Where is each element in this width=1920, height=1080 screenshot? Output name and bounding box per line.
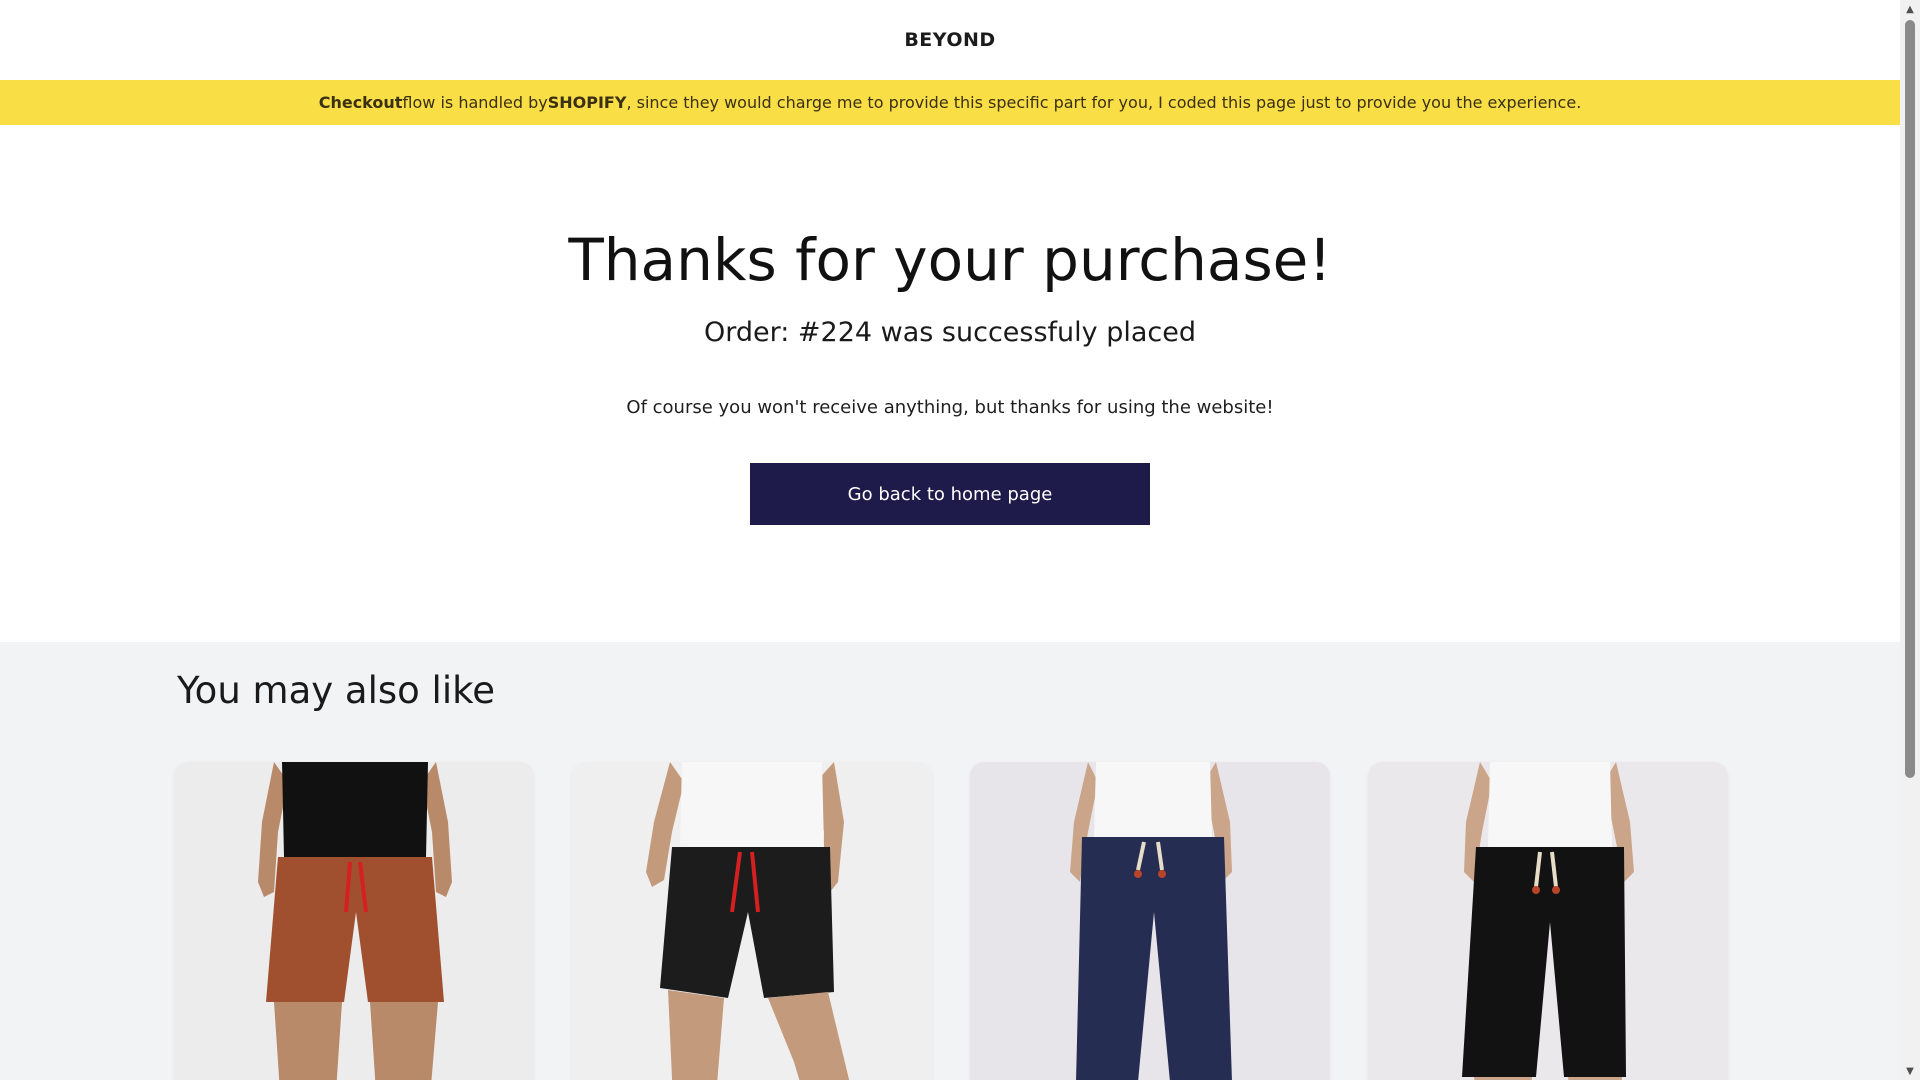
page-scrollbar[interactable]: ▲ ▼ [1900,0,1920,1080]
go-home-button[interactable]: Go back to home page [750,463,1150,525]
order-confirmation: Order: #224 was successfuly placed [703,317,1197,348]
notice-shopify-label: SHOPIFY [547,93,627,112]
thanks-section: Thanks for your purchase! Order: #224 wa… [0,125,1900,642]
product-card[interactable] [1368,762,1728,1080]
brand-logo[interactable]: BEYOND [904,29,995,51]
black-pants-image [1368,762,1728,1080]
black-shorts-image [572,762,932,1080]
product-card[interactable] [572,762,932,1080]
thanks-title: Thanks for your purchase! [568,226,1332,294]
scrollbar-thumb[interactable] [1905,20,1915,778]
scroll-up-arrow-icon[interactable]: ▲ [1900,0,1920,18]
checkout-notice-banner: Checkout flow is handled by SHOPIFY, sin… [0,80,1900,125]
product-card-list [174,762,1728,1080]
site-header: BEYOND [0,0,1900,80]
recommendations-title: You may also like [177,669,495,712]
notice-checkout-label: Checkout [318,93,403,112]
notice-text-2: , since they would charge me to provide … [626,93,1582,112]
scroll-down-arrow-icon[interactable]: ▼ [1900,1062,1920,1080]
brown-shorts-image [174,762,534,1080]
checkout-success-page: BEYOND Checkout flow is handled by SHOPI… [0,0,1900,1080]
thanks-message: Of course you won't receive anything, bu… [626,397,1274,418]
navy-pants-image [970,762,1330,1080]
product-card[interactable] [970,762,1330,1080]
recommendations-section: You may also like [0,642,1900,1080]
notice-text-1: flow is handled by [402,93,548,112]
product-card[interactable] [174,762,534,1080]
